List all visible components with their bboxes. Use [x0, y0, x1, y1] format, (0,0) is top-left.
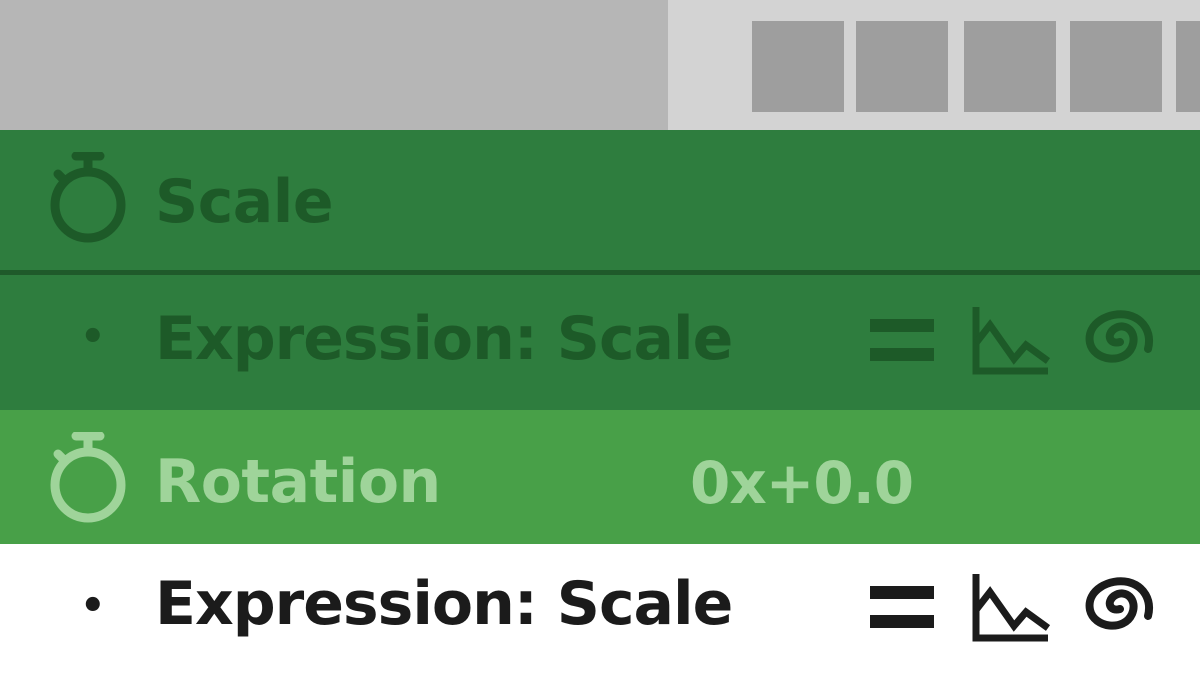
expression-label: Expression: Scale [155, 569, 733, 639]
pick-whip-icon[interactable] [1080, 576, 1154, 640]
toolbar-tile-4[interactable] [1070, 21, 1162, 112]
property-row-rotation[interactable]: Rotation 0x+0.0 [0, 410, 1200, 544]
graph-icon[interactable] [970, 570, 1052, 644]
expression-row-scale[interactable]: • Expression: Scale [0, 275, 1200, 410]
expression-enable-icon[interactable] [868, 584, 936, 632]
top-toolbar [0, 0, 1200, 130]
stopwatch-icon[interactable] [46, 152, 130, 244]
property-label-scale: Scale [155, 167, 334, 237]
bullet: • [80, 583, 106, 629]
toolbar-tile-3[interactable] [964, 21, 1056, 112]
expression-enable-icon[interactable] [868, 317, 936, 365]
toolbar-tile-5[interactable] [1176, 21, 1200, 112]
pick-whip-icon[interactable] [1080, 309, 1154, 373]
property-label-rotation: Rotation [155, 447, 441, 517]
toolbar-tile-2[interactable] [856, 21, 948, 112]
graph-icon[interactable] [970, 303, 1052, 377]
stopwatch-icon[interactable] [46, 432, 130, 524]
toolbar-left-panel [0, 0, 668, 130]
bullet: • [80, 314, 106, 360]
rotation-value[interactable]: 0x+0.0 [690, 454, 914, 512]
expression-row-scale-selected[interactable]: • Expression: Scale [0, 544, 1200, 675]
toolbar-tile-1[interactable] [752, 21, 844, 112]
property-row-scale[interactable]: Scale [0, 130, 1200, 272]
expression-label: Expression: Scale [155, 304, 733, 374]
